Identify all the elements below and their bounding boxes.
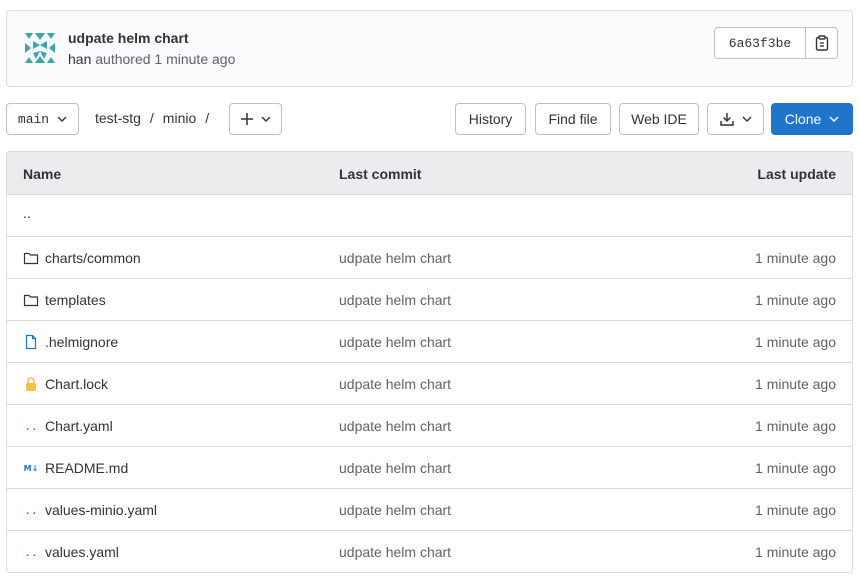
last-update: 1 minute ago (755, 460, 836, 476)
file-name: templates (45, 292, 106, 308)
yaml-icon: {..} (23, 420, 39, 433)
parent-directory-link[interactable]: .. (23, 205, 31, 221)
file-name: Chart.yaml (45, 418, 113, 434)
last-update: 1 minute ago (755, 334, 836, 350)
commit-message[interactable]: udpate helm chart (339, 292, 451, 308)
commit-title[interactable]: udpate helm chart (68, 30, 189, 46)
commit-sha[interactable]: 6a63f3be (714, 27, 806, 59)
file-name-cell[interactable]: Chart.lock (23, 376, 108, 392)
header-last-commit: Last commit (339, 166, 422, 182)
commit-sha-group: 6a63f3be (714, 27, 838, 59)
commit-meta: han authored 1 minute ago (68, 51, 235, 67)
table-row: charts/common udpate helm chart 1 minute… (7, 237, 852, 279)
commit-authored-time: authored 1 minute ago (95, 51, 236, 67)
web-ide-button[interactable]: Web IDE (619, 103, 699, 135)
breadcrumb: test-stg / minio / (95, 110, 218, 126)
table-header: Name Last commit Last update (7, 152, 852, 195)
chevron-down-icon (742, 116, 751, 122)
table-row-parent[interactable]: .. (7, 195, 852, 237)
commit-message[interactable]: udpate helm chart (339, 502, 451, 518)
file-name-cell[interactable]: M↓ README.md (23, 460, 129, 476)
lock-icon (26, 377, 36, 391)
last-update: 1 minute ago (755, 250, 836, 266)
download-button[interactable] (707, 103, 764, 135)
file-name-cell[interactable]: {..} values-minio.yaml (23, 502, 157, 518)
breadcrumb-separator: / (205, 110, 210, 126)
clone-button[interactable]: Clone (771, 103, 853, 135)
last-update: 1 minute ago (755, 502, 836, 518)
markdown-icon: M↓ (24, 464, 39, 473)
file-name: Chart.lock (45, 376, 109, 392)
file-name: values-minio.yaml (45, 502, 158, 518)
file-name-cell[interactable]: templates (23, 292, 106, 308)
find-file-button[interactable]: Find file (535, 103, 611, 135)
clone-label: Clone (784, 111, 822, 127)
file-name-cell[interactable]: {..} values.yaml (23, 544, 119, 560)
svg-text:{..}: {..} (23, 420, 39, 433)
chevron-down-icon (829, 116, 839, 122)
branch-name: main (17, 111, 50, 127)
svg-text:M↓: M↓ (24, 464, 39, 473)
file-icon (25, 334, 37, 350)
table-row: {..} Chart.yaml udpate helm chart 1 minu… (7, 405, 852, 447)
folder-icon (23, 294, 39, 307)
table-row: .helmignore udpate helm chart 1 minute a… (7, 321, 852, 363)
plus-icon (240, 113, 253, 125)
commit-message[interactable]: udpate helm chart (339, 544, 451, 560)
table-row: Chart.lock udpate helm chart 1 minute ag… (7, 363, 852, 405)
commit-message[interactable]: udpate helm chart (339, 460, 451, 476)
last-update: 1 minute ago (755, 418, 836, 434)
svg-text:{..}: {..} (23, 504, 39, 517)
add-to-tree-button[interactable] (229, 103, 282, 135)
yaml-icon: {..} (23, 504, 39, 517)
chevron-down-icon (57, 116, 67, 122)
file-name-cell[interactable]: charts/common (23, 250, 141, 266)
breadcrumb-separator: / (149, 110, 154, 126)
last-update: 1 minute ago (755, 376, 836, 392)
breadcrumb-item-minio[interactable]: minio (163, 110, 196, 126)
chevron-down-icon (261, 116, 270, 122)
last-update: 1 minute ago (755, 292, 836, 308)
breadcrumb-item-test-stg[interactable]: test-stg (95, 110, 141, 126)
commit-message[interactable]: udpate helm chart (339, 334, 451, 350)
commit-author[interactable]: han (68, 51, 91, 67)
file-tree-table: Name Last commit Last update .. charts/c… (6, 151, 853, 573)
commit-message[interactable]: udpate helm chart (339, 250, 451, 266)
header-name: Name (23, 166, 62, 182)
yaml-icon: {..} (23, 546, 39, 559)
header-last-update: Last update (757, 166, 836, 182)
clipboard-icon (815, 35, 828, 51)
table-row: M↓ README.md udpate helm chart 1 minute … (7, 447, 852, 489)
file-name-cell[interactable]: {..} Chart.yaml (23, 418, 113, 434)
branch-selector[interactable]: main (6, 103, 79, 135)
avatar[interactable] (23, 31, 57, 65)
last-update: 1 minute ago (755, 544, 836, 560)
file-name-cell[interactable]: .helmignore (23, 334, 118, 350)
file-name: README.md (45, 460, 129, 476)
table-row: {..} values.yaml udpate helm chart 1 min… (7, 531, 852, 572)
file-name: charts/common (45, 250, 141, 266)
svg-text:{..}: {..} (23, 546, 39, 559)
history-button[interactable]: History (455, 103, 526, 135)
file-name: values.yaml (45, 544, 119, 560)
copy-sha-button[interactable] (806, 27, 838, 59)
folder-icon (23, 252, 39, 265)
last-commit-card: udpate helm chart han authored 1 minute … (6, 10, 853, 87)
commit-message[interactable]: udpate helm chart (339, 418, 451, 434)
commit-message[interactable]: udpate helm chart (339, 376, 451, 392)
table-row: {..} values-minio.yaml udpate helm chart… (7, 489, 852, 531)
table-row: templates udpate helm chart 1 minute ago (7, 279, 852, 321)
file-name: .helmignore (45, 334, 119, 350)
download-icon (719, 113, 734, 126)
